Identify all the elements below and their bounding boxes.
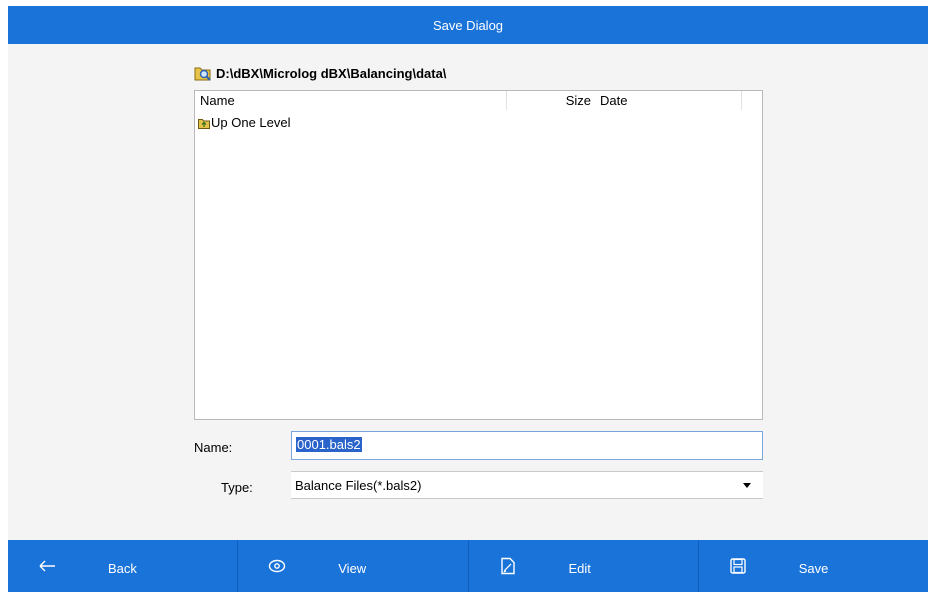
column-header-name[interactable]: Name	[195, 91, 507, 110]
eye-icon	[268, 557, 286, 575]
list-header: Name Size Date	[195, 91, 762, 110]
save-button[interactable]: Save	[699, 540, 928, 592]
file-type-select[interactable]: Balance Files(*.bals2)	[291, 471, 763, 499]
file-list[interactable]: Name Size Date Up One Level	[194, 90, 763, 420]
dropdown-arrow-icon[interactable]	[743, 483, 751, 488]
current-path: D:\dBX\Microlog dBX\Balancing\data\	[194, 62, 446, 84]
title-bar: Save Dialog	[8, 6, 928, 44]
window-title: Save Dialog	[432, 17, 504, 33]
path-text: D:\dBX\Microlog dBX\Balancing\data\	[216, 65, 447, 81]
file-type-value: Balance Files(*.bals2)	[295, 477, 422, 493]
name-label: Name:	[194, 440, 233, 455]
list-item-label: Up One Level	[211, 115, 291, 130]
type-label: Type:	[221, 480, 253, 495]
view-button[interactable]: View	[238, 540, 469, 592]
back-label: Back	[108, 561, 137, 576]
back-button[interactable]: Back	[8, 540, 239, 592]
file-name-input[interactable]: 0001.bals2	[291, 431, 763, 460]
arrow-left-icon	[38, 557, 56, 575]
bottom-toolbar: Back View Edit Save	[8, 540, 928, 592]
file-name-value: 0001.bals2	[296, 437, 362, 452]
edit-button[interactable]: Edit	[469, 540, 699, 592]
view-label: View	[338, 561, 367, 576]
column-header-size[interactable]: Size	[507, 91, 595, 110]
folder-up-icon	[198, 117, 210, 129]
save-label: Save	[798, 561, 829, 576]
list-item[interactable]: Up One Level	[198, 114, 291, 131]
folder-search-icon	[194, 65, 212, 81]
floppy-disk-icon	[729, 557, 747, 575]
edit-label: Edit	[568, 561, 591, 576]
edit-document-icon	[499, 557, 517, 575]
column-header-date[interactable]: Date	[595, 91, 742, 110]
